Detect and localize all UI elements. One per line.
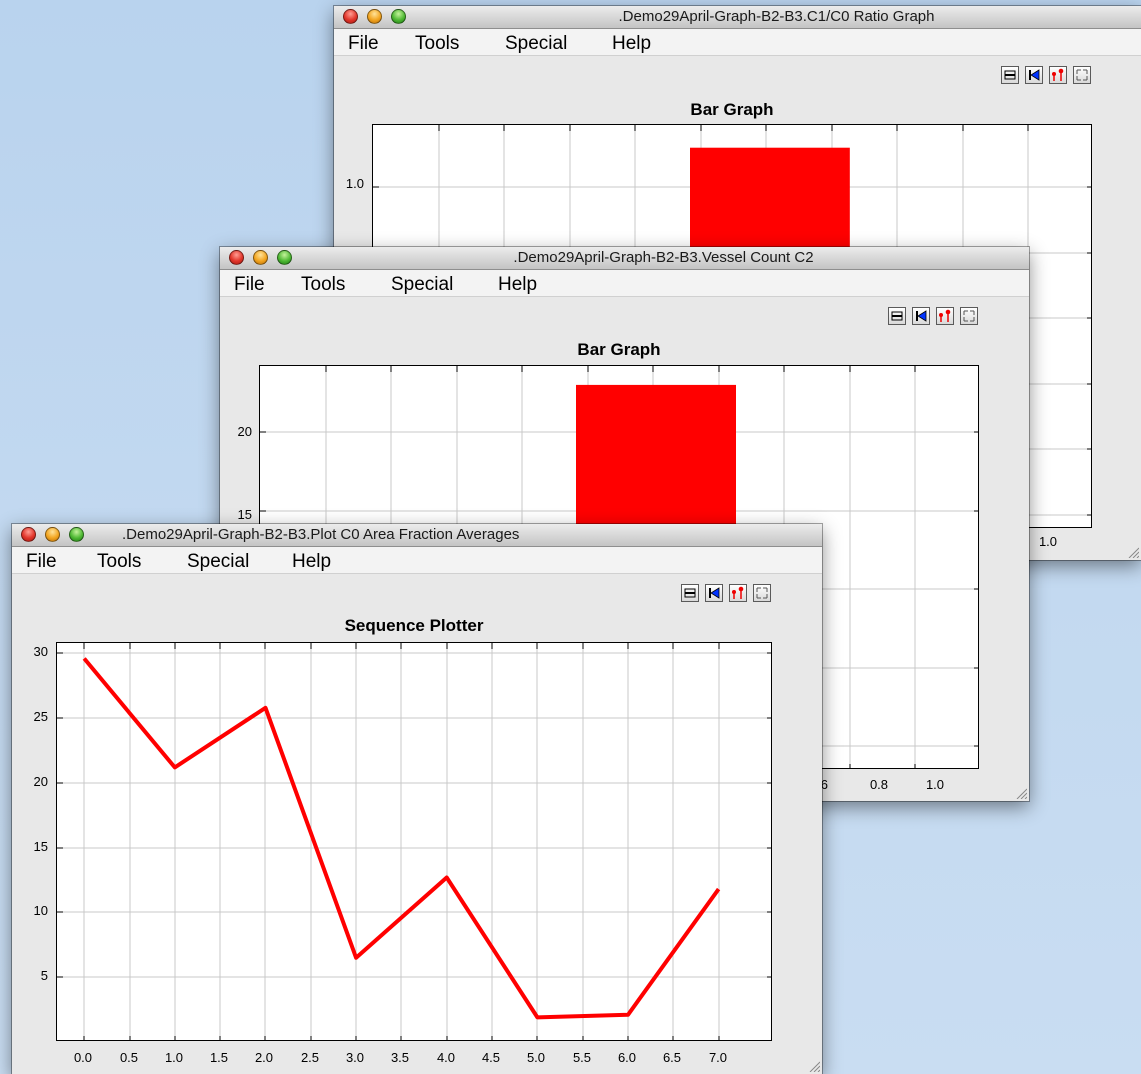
x-tick-label: 2.0 xyxy=(254,1050,274,1065)
x-tick-label: 3.5 xyxy=(390,1050,410,1065)
x-tick-label: 7.0 xyxy=(708,1050,728,1065)
y-tick-label: 20 xyxy=(237,424,252,439)
close-button[interactable] xyxy=(21,527,36,542)
y-tick-label: 10 xyxy=(33,903,48,918)
x-tick-label: 5.5 xyxy=(572,1050,592,1065)
y-tick-label: 25 xyxy=(33,709,48,724)
x-tick-label: 6.0 xyxy=(617,1050,637,1065)
pin-icon[interactable] xyxy=(729,584,747,602)
x-tick-label: 5.0 xyxy=(526,1050,546,1065)
menu-tools[interactable]: Tools xyxy=(415,33,459,55)
zoom-button[interactable] xyxy=(277,250,292,265)
menu-file[interactable]: File xyxy=(234,274,265,296)
y-tick-label: 1.0 xyxy=(345,176,364,191)
menu-file[interactable]: File xyxy=(348,33,379,55)
minimize-button[interactable] xyxy=(253,250,268,265)
rewind-icon[interactable] xyxy=(912,307,930,325)
x-tick-label: 1.0 xyxy=(1038,534,1058,549)
plot-title: Bar Graph xyxy=(690,100,774,119)
plot-title: Bar Graph xyxy=(577,340,661,359)
plot-toolbar xyxy=(1001,66,1101,86)
x-tick-label: 3.0 xyxy=(345,1050,365,1065)
menu-special[interactable]: Special xyxy=(391,274,453,296)
menu-bar: File Tools Special Help xyxy=(220,270,1029,297)
x-tick-label: 4.5 xyxy=(481,1050,501,1065)
x-tick-label: 0.5 xyxy=(119,1050,139,1065)
close-button[interactable] xyxy=(229,250,244,265)
x-tick-label: 1.0 xyxy=(925,777,945,792)
y-tick-label: 5 xyxy=(40,968,48,983)
y-tick-label: 15 xyxy=(237,507,252,522)
x-tick-label: 0.8 xyxy=(869,777,889,792)
x-tick-label: 0.0 xyxy=(73,1050,93,1065)
print-icon[interactable] xyxy=(681,584,699,602)
rewind-icon[interactable] xyxy=(705,584,723,602)
expand-icon[interactable] xyxy=(753,584,771,602)
menu-special[interactable]: Special xyxy=(187,551,249,573)
close-button[interactable] xyxy=(343,9,358,24)
title-bar[interactable]: .Demo29April-Graph-B2-B3.C1/C0 Ratio Gra… xyxy=(334,6,1141,29)
print-icon[interactable] xyxy=(1001,66,1019,84)
rewind-icon[interactable] xyxy=(1025,66,1043,84)
menu-bar: File Tools Special Help xyxy=(334,29,1141,56)
menu-tools[interactable]: Tools xyxy=(97,551,141,573)
menu-help[interactable]: Help xyxy=(612,33,651,55)
menu-tools[interactable]: Tools xyxy=(301,274,345,296)
x-tick-label: 1.5 xyxy=(209,1050,229,1065)
resize-grip-icon[interactable] xyxy=(808,1060,820,1072)
resize-grip-icon[interactable] xyxy=(1015,787,1027,799)
title-bar[interactable]: .Demo29April-Graph-B2-B3.Plot C0 Area Fr… xyxy=(12,524,822,547)
y-tick-label: 15 xyxy=(33,839,48,854)
y-tick-label: 30 xyxy=(33,644,48,659)
print-icon[interactable] xyxy=(888,307,906,325)
expand-icon[interactable] xyxy=(1073,66,1091,84)
plot-title: Sequence Plotter xyxy=(344,616,484,635)
title-bar[interactable]: .Demo29April-Graph-B2-B3.Vessel Count C2 xyxy=(220,247,1029,270)
menu-bar: File Tools Special Help xyxy=(12,547,822,574)
pin-icon[interactable] xyxy=(936,307,954,325)
menu-special[interactable]: Special xyxy=(505,33,567,55)
area-fraction-window[interactable]: .Demo29April-Graph-B2-B3.Plot C0 Area Fr… xyxy=(12,524,822,1074)
minimize-button[interactable] xyxy=(367,9,382,24)
sequence-plot[interactable] xyxy=(56,642,772,1041)
plot-toolbar xyxy=(681,584,781,604)
zoom-button[interactable] xyxy=(391,9,406,24)
x-tick-label: 2.5 xyxy=(300,1050,320,1065)
plot-toolbar xyxy=(888,307,988,327)
window-title: .Demo29April-Graph-B2-B3.Plot C0 Area Fr… xyxy=(122,526,520,543)
pin-icon[interactable] xyxy=(1049,66,1067,84)
menu-help[interactable]: Help xyxy=(498,274,537,296)
zoom-button[interactable] xyxy=(69,527,84,542)
x-tick-label: 4.0 xyxy=(436,1050,456,1065)
y-tick-label: 20 xyxy=(33,774,48,789)
minimize-button[interactable] xyxy=(45,527,60,542)
menu-help[interactable]: Help xyxy=(292,551,331,573)
window-title: .Demo29April-Graph-B2-B3.C1/C0 Ratio Gra… xyxy=(618,8,935,25)
resize-grip-icon[interactable] xyxy=(1127,546,1139,558)
expand-icon[interactable] xyxy=(960,307,978,325)
x-tick-label: 1.0 xyxy=(164,1050,184,1065)
window-title: .Demo29April-Graph-B2-B3.Vessel Count C2 xyxy=(513,249,814,266)
menu-file[interactable]: File xyxy=(26,551,57,573)
x-tick-label: 6.5 xyxy=(662,1050,682,1065)
